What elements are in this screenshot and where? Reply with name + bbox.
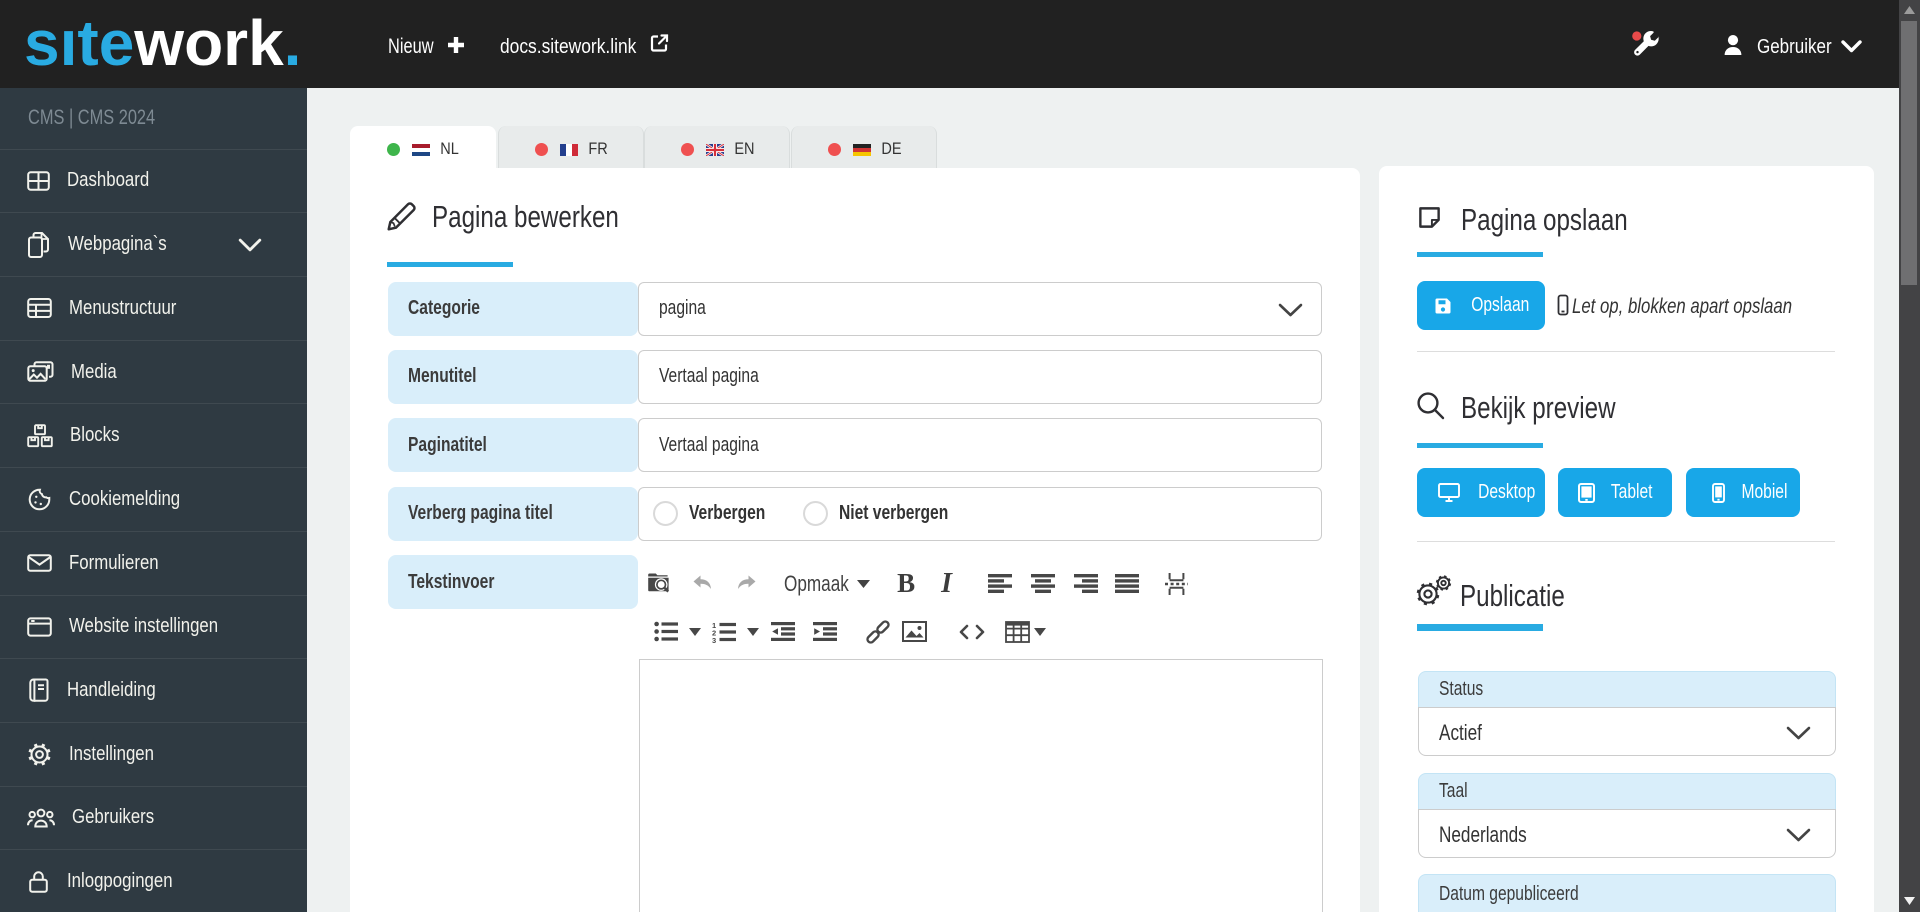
svg-text:3: 3 xyxy=(712,636,716,643)
